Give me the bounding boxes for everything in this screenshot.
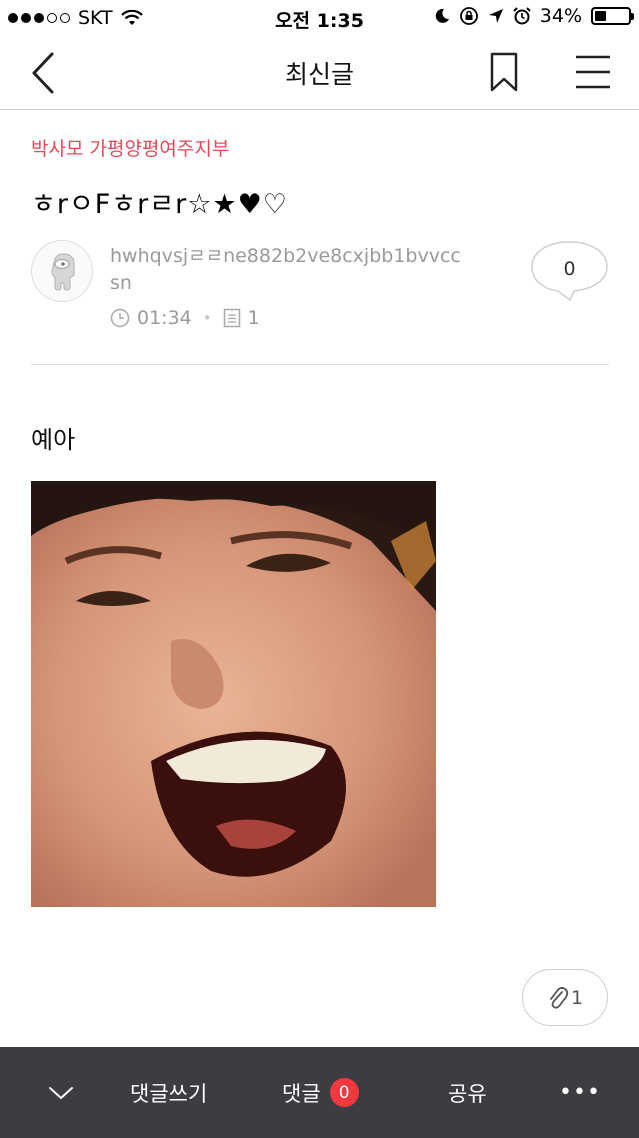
share-label: 공유 [448,1081,487,1106]
post-meta: 01:34 • 1 [110,307,260,329]
clock-icon [110,308,130,328]
write-comment-label: 댓글쓰기 [130,1081,208,1106]
battery-icon [591,7,634,25]
collapse-button[interactable] [44,1047,78,1138]
header-divider [31,364,609,365]
bottom-toolbar: 댓글쓰기 댓글 0 공유 ••• [0,1047,639,1138]
alarm-icon [513,7,531,25]
battery-level [595,11,606,21]
hamburger-menu-icon[interactable] [572,52,614,92]
meta-separator: • [202,309,212,327]
status-bar: SKT 오전 1:35 34% [0,0,639,36]
paperclip-icon [550,986,569,1009]
post-body-text: 예아 [31,426,76,454]
post-image[interactable] [31,481,436,907]
page-title: 최신글 [284,60,354,89]
status-right: 34% [434,5,634,27]
attachment-count: 1 [570,986,584,1009]
moon-icon [435,8,449,23]
comments-label: 댓글 [282,1081,321,1106]
attachment-button[interactable]: 1 [522,969,608,1026]
view-count: 1 [247,307,260,329]
write-comment-button[interactable]: 댓글쓰기 [130,1047,207,1138]
post-time: 01:34 [137,307,192,329]
bookmark-icon[interactable] [486,52,522,92]
comment-count-badge: 0 [329,1078,359,1107]
chevron-down-icon [49,1086,73,1099]
post-title: ㅎrㅇFㅎrㄹr☆★♥♡ [31,189,289,220]
avatar[interactable] [31,240,93,302]
nav-bar: 최신글 [0,36,639,110]
rotation-lock-icon [459,7,478,25]
document-icon [223,308,241,328]
more-dots-icon[interactable]: ••• [559,1047,600,1138]
comment-count-bubble[interactable]: 0 [530,258,609,280]
avatar-character-icon [51,253,75,291]
battery-percent: 34% [539,5,582,27]
share-button[interactable]: 공유 [448,1047,487,1138]
location-arrow-icon [488,9,503,23]
board-name-link[interactable]: 박사모 가평양평여주지부 [31,134,229,161]
author-name[interactable]: hwhqvsjㄹㄹne882b2ve8cxjbb1bvvccsn [110,243,470,297]
comments-button[interactable]: 댓글 0 [282,1047,359,1138]
